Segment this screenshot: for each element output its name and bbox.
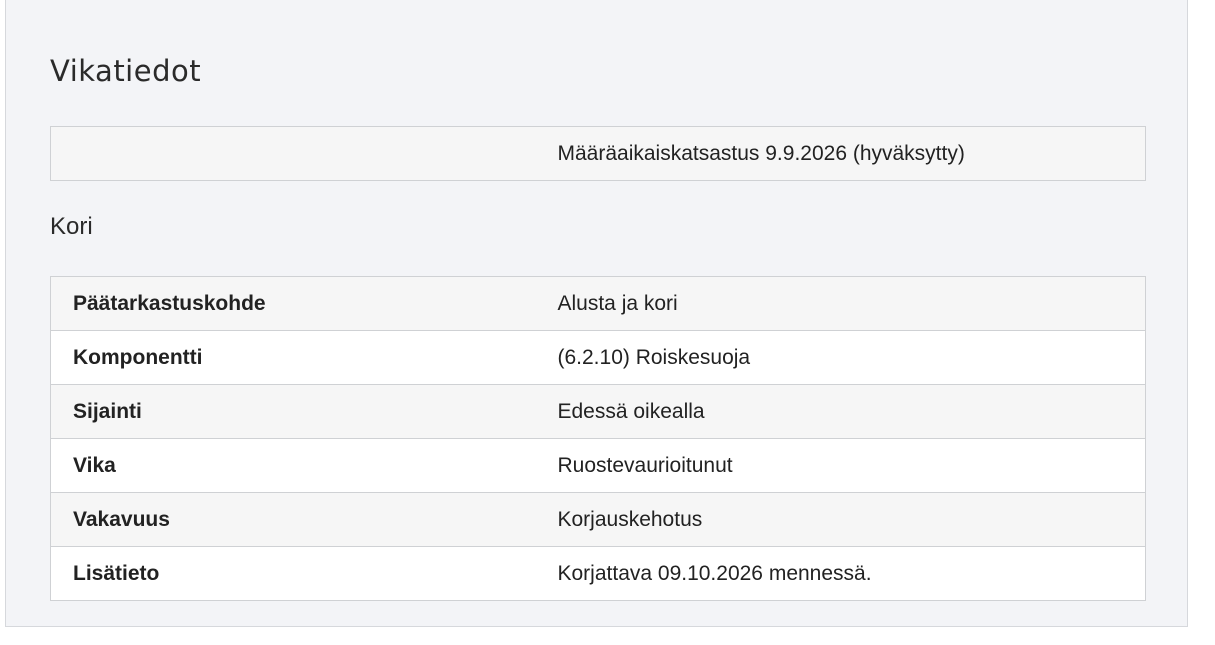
defect-info-panel: Vikatiedot Määräaikaiskatsastus 9.9.2026… <box>5 0 1188 627</box>
row-value: Edessä oikealla <box>557 384 1146 439</box>
row-label: Vakavuus <box>50 492 558 547</box>
table-row: Päätarkastuskohde Alusta ja kori <box>50 276 1146 331</box>
row-value: Korjattava 09.10.2026 mennessä. <box>557 546 1146 601</box>
table-row: Sijainti Edessä oikealla <box>50 384 1146 439</box>
table-row: Lisätieto Korjattava 09.10.2026 mennessä… <box>50 546 1146 601</box>
table-row: Määräaikaiskatsastus 9.9.2026 (hyväksytt… <box>50 126 1146 181</box>
inspection-table: Määräaikaiskatsastus 9.9.2026 (hyväksytt… <box>50 126 1146 181</box>
row-value: Alusta ja kori <box>557 276 1146 331</box>
row-label: Päätarkastuskohde <box>50 276 558 331</box>
table-row: Vika Ruostevaurioitunut <box>50 438 1146 493</box>
row-label: Sijainti <box>50 384 558 439</box>
defect-details-table: Päätarkastuskohde Alusta ja kori Kompone… <box>50 276 1146 601</box>
row-value: Ruostevaurioitunut <box>557 438 1146 493</box>
page-title: Vikatiedot <box>50 54 202 88</box>
section-heading: Kori <box>50 213 93 240</box>
inspection-value: Määräaikaiskatsastus 9.9.2026 (hyväksytt… <box>557 126 1146 181</box>
inspection-label <box>50 126 558 181</box>
table-row: Vakavuus Korjauskehotus <box>50 492 1146 547</box>
row-label: Lisätieto <box>50 546 558 601</box>
row-label: Komponentti <box>50 330 558 385</box>
row-value: Korjauskehotus <box>557 492 1146 547</box>
row-value: (6.2.10) Roiskesuoja <box>557 330 1146 385</box>
table-row: Komponentti (6.2.10) Roiskesuoja <box>50 330 1146 385</box>
row-label: Vika <box>50 438 558 493</box>
